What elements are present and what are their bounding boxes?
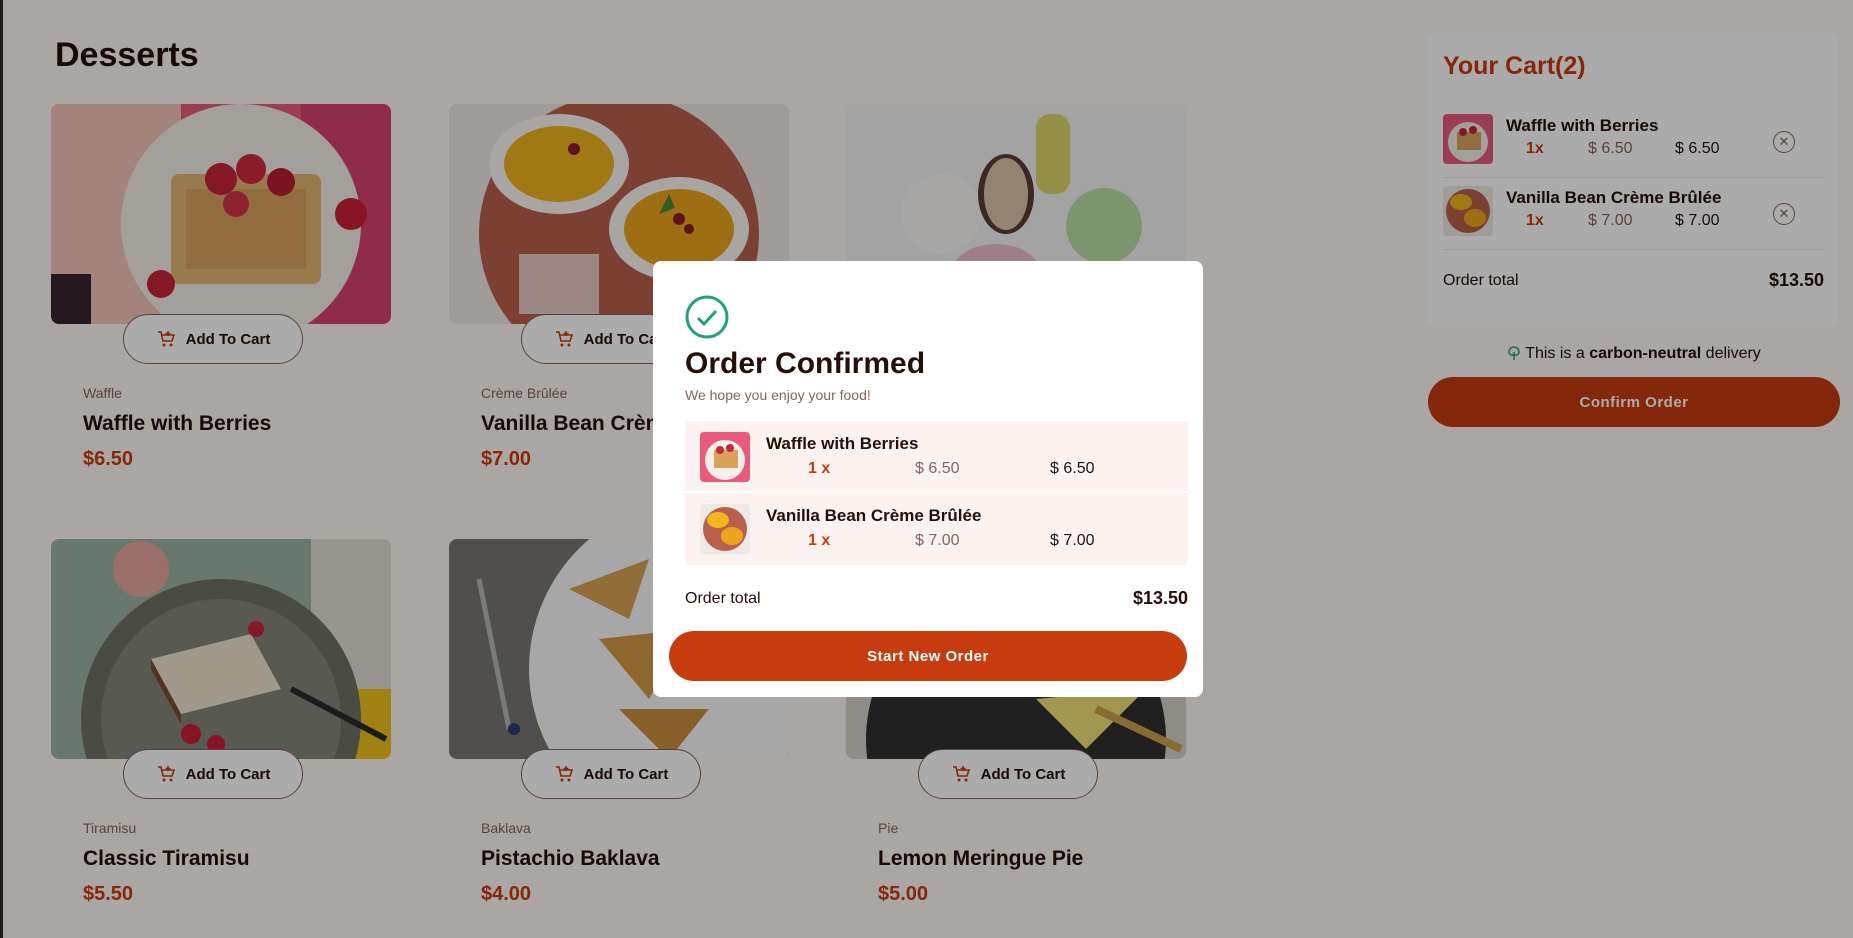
order-item-qty: 1 x [808,532,831,549]
order-item-name: Vanilla Bean Crème Brûlée [766,506,982,525]
check-circle-icon [685,295,729,339]
modal-title: Order Confirmed [685,347,926,380]
order-item: Waffle with Berries 1 x $ 6.50 $ 6.50 [685,421,1188,493]
order-item-qty: 1 x [808,460,831,477]
start-new-order-button[interactable]: Start New Order [669,631,1187,681]
order-item-thumbnail [700,504,750,554]
order-item-unit-price: $ 6.50 [915,460,960,477]
order-item-total: $ 6.50 [1050,460,1095,477]
order-item-thumbnail [700,432,750,482]
modal-total-label: Order total [685,590,761,607]
order-item-name: Waffle with Berries [766,434,919,453]
order-summary-list: Waffle with Berries 1 x $ 6.50 $ 6.50 Va… [685,421,1188,565]
order-item-unit-price: $ 7.00 [915,532,960,549]
order-item-total: $ 7.00 [1050,532,1095,549]
order-confirmed-modal: Order Confirmed We hope you enjoy your f… [653,261,1203,697]
modal-subtitle: We hope you enjoy your food! [685,387,871,403]
order-item: Vanilla Bean Crème Brûlée 1 x $ 7.00 $ 7… [685,493,1188,565]
modal-total-value: $13.50 [1132,588,1188,608]
